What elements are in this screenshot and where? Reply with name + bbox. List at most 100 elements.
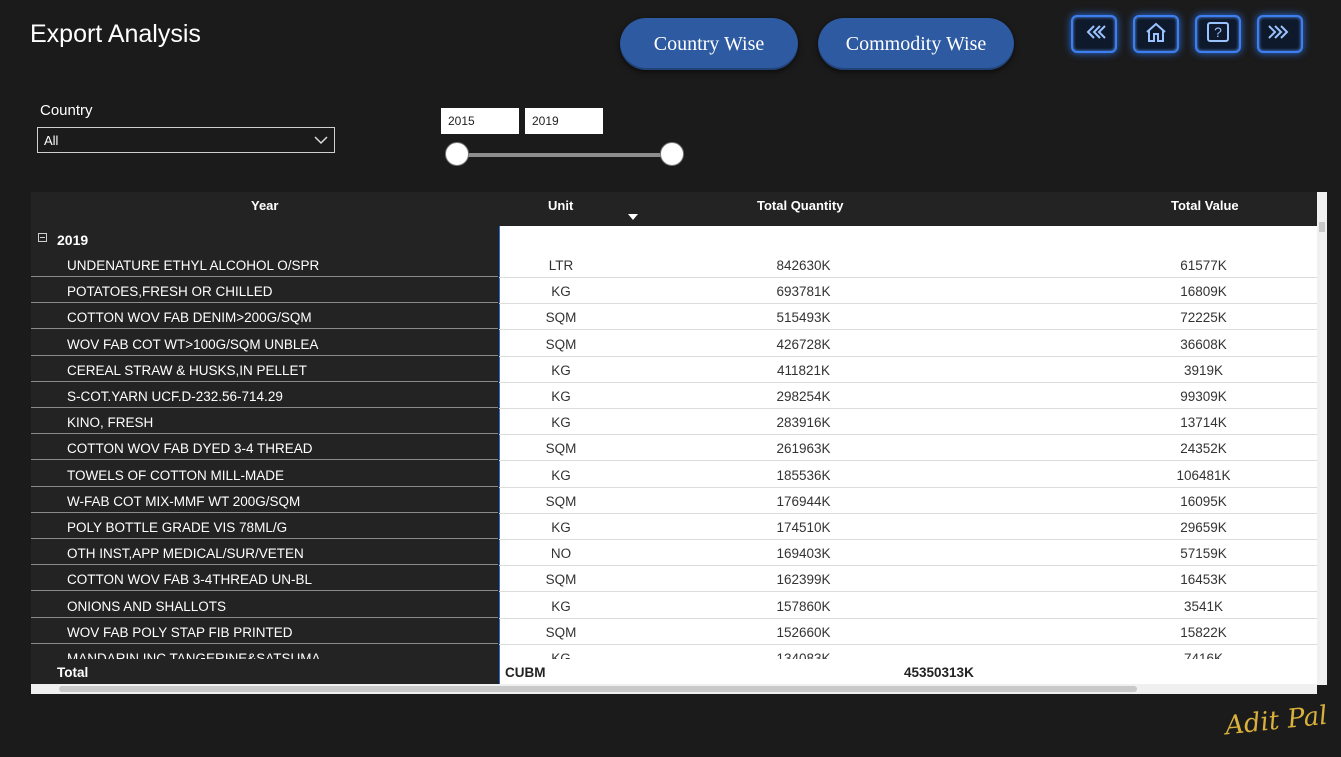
home-button[interactable] xyxy=(1133,15,1179,53)
unit-cell: NO xyxy=(550,546,572,562)
value-cell: 57159K xyxy=(1180,546,1227,562)
horizontal-scroll-thumb[interactable] xyxy=(59,686,1137,692)
commodity-name: KINO, FRESH xyxy=(31,409,498,435)
quantity-cell: 298254K xyxy=(776,389,831,404)
commodity-name: W-FAB COT MIX-MMF WT 200G/SQM xyxy=(31,487,498,513)
page-title: Export Analysis xyxy=(30,20,201,48)
value-cell: 29659K xyxy=(1180,520,1227,535)
commodity-name: UNDENATURE ETHYL ALCOHOL O/SPR xyxy=(31,252,498,277)
unit-cell: KG xyxy=(551,520,571,535)
column-header-year[interactable]: Year xyxy=(251,198,278,213)
table-row[interactable]: COTTON WOV FAB DYED 3-4 THREAD SQM 261963K… xyxy=(31,435,1317,462)
chevron-down-icon xyxy=(314,133,328,147)
country-filter-label: Country xyxy=(40,102,93,119)
unit-cell: KG xyxy=(551,598,571,614)
vertical-scroll-thumb[interactable] xyxy=(1319,222,1325,232)
export-matrix-table: Year Unit Total Quantity Total Value 201… xyxy=(31,192,1317,685)
quantity-cell: 842630K xyxy=(776,258,831,273)
unit-cell: LTR xyxy=(548,258,574,273)
column-header-unit[interactable]: Unit xyxy=(548,198,573,213)
value-cell: 13714K xyxy=(1180,415,1227,431)
value-cell: 16453K xyxy=(1180,572,1227,588)
help-icon: ? xyxy=(1205,21,1231,48)
quantity-cell: 693781K xyxy=(776,284,831,300)
year-start-input[interactable]: 2015 xyxy=(441,108,519,134)
total-unit: CUBM xyxy=(505,665,546,680)
value-cell: 24352K xyxy=(1180,441,1227,457)
commodity-name: COTTON WOV FAB DYED 3-4 THREAD xyxy=(31,435,498,461)
double-left-arrow-icon xyxy=(1081,21,1107,48)
value-cell: 36608K xyxy=(1180,336,1227,352)
quantity-cell: 134083K xyxy=(776,651,831,659)
collapse-icon[interactable] xyxy=(38,233,47,242)
unit-cell: KG xyxy=(551,284,571,300)
unit-cell: SQM xyxy=(545,572,577,588)
quantity-cell: 426728K xyxy=(776,336,831,352)
table-row[interactable]: COTTON WOV FAB DENIM>200G/SQM SQM 515493K 7… xyxy=(31,304,1317,331)
group-row-2019: 2019 xyxy=(31,226,1317,252)
table-row[interactable]: UNDENATURE ETHYL ALCOHOL O/SPR LTR 842630K… xyxy=(31,252,1317,278)
country-dropdown-value: All xyxy=(44,132,59,148)
quantity-cell: 162399K xyxy=(776,572,831,588)
quantity-cell: 176944K xyxy=(776,493,831,509)
forward-button[interactable] xyxy=(1257,15,1303,53)
year-slider-track[interactable] xyxy=(457,153,673,157)
column-header-total-value[interactable]: Total Value xyxy=(1171,198,1239,213)
quantity-cell: 174510K xyxy=(776,520,831,535)
commodity-wise-button[interactable]: Commodity Wise xyxy=(818,18,1014,70)
table-row[interactable]: WOV FAB COT WT>100G/SQM UNBLEA SQM 426728K… xyxy=(31,330,1317,357)
table-row[interactable]: ONIONS AND SHALLOTS KG 157860K 3541K xyxy=(31,592,1317,619)
table-row[interactable]: KINO, FRESH KG 283916K 13714K xyxy=(31,409,1317,436)
quantity-cell: 169403K xyxy=(776,546,831,562)
unit-cell: SQM xyxy=(545,310,577,326)
unit-cell: SQM xyxy=(545,441,577,457)
value-cell: 72225K xyxy=(1180,310,1227,326)
unit-cell: SQM xyxy=(545,493,577,509)
value-cell: 7416K xyxy=(1183,651,1224,659)
commodity-name: COTTON WOV FAB 3-4THREAD UN-BL xyxy=(31,566,498,592)
table-row[interactable]: TOWELS OF COTTON MILL-MADE KG 185536K 10648… xyxy=(31,461,1317,488)
quantity-cell: 185536K xyxy=(776,467,831,483)
commodity-name: WOV FAB COT WT>100G/SQM UNBLEA xyxy=(31,330,498,356)
quantity-cell: 411821K xyxy=(776,362,831,378)
table-row[interactable]: COTTON WOV FAB 3-4THREAD UN-BL SQM 162399K… xyxy=(31,566,1317,593)
commodity-name: CEREAL STRAW & HUSKS,IN PELLET xyxy=(31,356,498,382)
table-row[interactable]: WOV FAB POLY STAP FIB PRINTED SQM 152660K 1… xyxy=(31,618,1317,645)
help-button[interactable]: ? xyxy=(1195,15,1241,53)
table-row[interactable]: W-FAB COT MIX-MMF WT 200G/SQM SQM 176944K 1… xyxy=(31,487,1317,514)
table-row[interactable]: MANDARIN,INC TANGERINE&SATSUMA KG 134083K 7… xyxy=(31,645,1317,659)
unit-cell: KG xyxy=(551,415,571,431)
table-row[interactable]: S-COT.YARN UCF.D-232.56-714.29 KG 298254K 9… xyxy=(31,383,1317,409)
commodity-name: TOWELS OF COTTON MILL-MADE xyxy=(31,461,498,487)
year-slider-start-handle[interactable] xyxy=(445,142,469,166)
table-row[interactable]: POLY BOTTLE GRADE VIS 78ML/G KG 174510K 296… xyxy=(31,514,1317,540)
commodity-name: S-COT.YARN UCF.D-232.56-714.29 xyxy=(31,383,498,408)
year-end-input[interactable]: 2019 xyxy=(525,108,603,134)
table-row[interactable]: POTATOES,FRESH OR CHILLED KG 693781K 16809K xyxy=(31,278,1317,305)
table-row[interactable]: OTH INST,APP MEDICAL/SUR/VETEN NO 169403K 5… xyxy=(31,540,1317,567)
value-cell: 16809K xyxy=(1180,284,1227,300)
commodity-name: MANDARIN,INC TANGERINE&SATSUMA xyxy=(31,645,498,659)
table-header: Year Unit Total Quantity Total Value xyxy=(31,192,1317,226)
unit-cell: KG xyxy=(551,362,571,378)
unit-cell: KG xyxy=(551,651,571,659)
quantity-cell: 515493K xyxy=(776,310,831,326)
table-row[interactable]: CEREAL STRAW & HUSKS,IN PELLET KG 411821K 3… xyxy=(31,356,1317,383)
country-wise-button[interactable]: Country Wise xyxy=(620,18,798,70)
sort-descending-icon[interactable] xyxy=(628,214,638,220)
country-dropdown[interactable]: All xyxy=(37,127,335,153)
value-cell: 99309K xyxy=(1180,389,1227,404)
commodity-name: ONIONS AND SHALLOTS xyxy=(31,592,498,618)
value-cell: 3919K xyxy=(1183,362,1224,378)
back-button[interactable] xyxy=(1071,15,1117,53)
value-cell: 3541K xyxy=(1183,598,1224,614)
vertical-scrollbar[interactable] xyxy=(1317,192,1327,685)
unit-cell: SQM xyxy=(545,624,577,640)
value-cell: 16095K xyxy=(1180,493,1227,509)
horizontal-scrollbar[interactable] xyxy=(31,684,1317,694)
year-slider-end-handle[interactable] xyxy=(660,142,684,166)
column-header-total-quantity[interactable]: Total Quantity xyxy=(757,198,843,213)
total-quantity: 45350313K xyxy=(904,665,974,680)
quantity-cell: 152660K xyxy=(776,624,831,640)
home-icon xyxy=(1143,21,1169,48)
